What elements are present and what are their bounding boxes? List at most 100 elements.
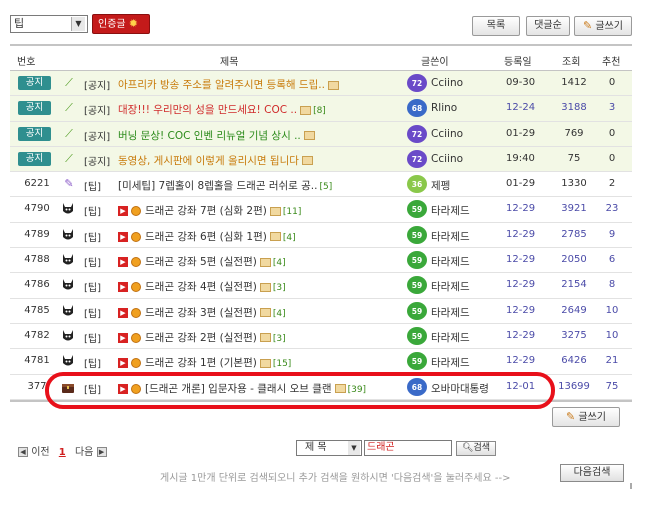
post-title[interactable]: ▶ 드래곤 강좌 6편 (심화 1편) [4] xyxy=(118,229,296,244)
level-badge: 59 xyxy=(407,276,427,295)
comment-sort-label: 댓글순 xyxy=(534,20,562,31)
image-icon xyxy=(259,257,271,267)
next-arrow-icon[interactable]: ▶ xyxy=(96,447,107,457)
post-views: 2154 xyxy=(561,279,587,291)
image-icon xyxy=(259,282,271,292)
table-row[interactable]: 4790 [팁] ▶ 드래곤 강좌 7편 (심화 2편) [11] 59 타라제드 … xyxy=(10,197,632,223)
post-recs: 21 xyxy=(605,355,619,367)
level-badge: 59 xyxy=(407,326,427,345)
post-title[interactable]: 버닝 문상! COC 인벤 리뉴얼 기념 상시 .. xyxy=(118,128,315,143)
post-recs: 10 xyxy=(605,329,619,341)
next-search-button[interactable]: 다음검색 xyxy=(560,464,624,482)
list-button[interactable]: 목록 xyxy=(472,16,520,36)
image-icon xyxy=(259,308,271,318)
post-recs: 9 xyxy=(608,228,616,240)
post-category: [팁] xyxy=(84,308,102,320)
post-date: 12-29 xyxy=(506,228,536,240)
award-icon xyxy=(131,206,141,217)
post-title[interactable]: ▶ 드래곤 강좌 4편 (실전편) [3] xyxy=(118,279,286,294)
table-row[interactable]: 4785 [팁] ▶ 드래곤 강좌 3편 (실전편) [4] 59 타라제드 12-… xyxy=(10,299,632,324)
board-table: 번호 제목 글쓴이 등록일 조회 추천 공지 ⟋ [공지] 아프리카 방송 주소… xyxy=(10,44,632,402)
search-button[interactable]: 🔍︎검색 xyxy=(456,441,496,456)
post-author[interactable]: 타라제드 xyxy=(431,229,470,244)
post-title[interactable]: ▶ 드래곤 강좌 1편 (기본편) [15] xyxy=(118,355,291,370)
post-title[interactable]: ▶ 드래곤 강좌 3편 (실전편) [4] xyxy=(118,305,286,320)
comment-sort-button[interactable]: 댓글순 xyxy=(526,16,570,36)
table-row[interactable]: 4788 [팁] ▶ 드래곤 강좌 5편 (실전편) [4] 59 타라제드 12-… xyxy=(10,248,632,274)
post-views: 1412 xyxy=(561,77,587,88)
table-row[interactable]: 4786 [팁] ▶ 드래곤 강좌 4편 (실전편) [3] 59 타라제드 12-… xyxy=(10,273,632,299)
image-icon xyxy=(269,232,281,242)
image-icon xyxy=(300,105,312,115)
video-icon: ▶ xyxy=(118,282,128,293)
post-views: 6426 xyxy=(561,355,587,367)
comment-count: [15] xyxy=(272,359,292,370)
post-author[interactable]: 타라제드 xyxy=(431,330,470,345)
syringe-icon: ✎ xyxy=(64,177,74,191)
notice-badge: 공지 xyxy=(18,151,51,166)
image-icon xyxy=(301,156,313,166)
image-icon xyxy=(259,358,271,368)
level-badge: 72 xyxy=(407,74,427,92)
table-row[interactable]: 4781 [팁] ▶ 드래곤 강좌 1편 (기본편) [15] 59 타라제드 12… xyxy=(10,349,632,375)
post-views: 3921 xyxy=(561,203,587,215)
level-badge: 59 xyxy=(407,251,427,270)
post-recs: 3 xyxy=(608,102,616,114)
post-title[interactable]: ▶ 드래곤 강좌 7편 (심화 2편) [11] xyxy=(118,203,301,218)
post-author[interactable]: 타라제드 xyxy=(431,254,470,269)
post-views: 2649 xyxy=(561,304,587,316)
search-input[interactable]: 드래곤 xyxy=(364,440,452,456)
level-badge: 59 xyxy=(407,352,427,371)
prev-arrow-icon[interactable]: ◀ xyxy=(18,447,28,457)
post-views: 2785 xyxy=(561,228,587,240)
table-row[interactable]: 4782 [팁] ▶ 드래곤 강좌 2편 (실전편) [3] 59 타라제드 12-… xyxy=(10,324,632,350)
search-field-select[interactable]: 제 목 ▼ xyxy=(296,440,362,456)
category-select[interactable]: 팁 ▼ xyxy=(10,15,88,33)
pencil-icon: ✎ xyxy=(565,410,576,423)
post-author[interactable]: 제펭 xyxy=(431,178,450,193)
current-page[interactable]: 1 xyxy=(59,447,66,458)
table-row[interactable]: 6221 ✎ [팁] [미세팁] 7렙홀이 8렙홀을 드래곤 러쉬로 공.. [5… xyxy=(10,172,632,198)
header-author: 글쓴이 xyxy=(421,57,449,68)
next-page-link[interactable]: 다음 xyxy=(75,447,93,458)
post-author[interactable]: Cciino xyxy=(431,128,463,140)
post-author[interactable]: 타라제드 xyxy=(431,305,470,320)
write-button-bottom[interactable]: ✎ 글쓰기 xyxy=(552,407,620,427)
post-number: 6221 xyxy=(24,178,50,190)
comment-count: [3] xyxy=(272,333,286,344)
prev-page-link[interactable]: 이전 xyxy=(31,447,49,458)
table-row[interactable]: 4789 [팁] ▶ 드래곤 강좌 6편 (심화 1편) [4] 59 타라제드 1… xyxy=(10,223,632,249)
post-recs: 0 xyxy=(608,127,616,139)
divider xyxy=(630,483,632,489)
header-title: 제목 xyxy=(220,57,239,68)
post-date: 12-29 xyxy=(506,203,536,215)
post-author[interactable]: Rlino xyxy=(431,102,457,114)
notice-row[interactable]: 공지 ⟋ [공지] 동영상, 게시판에 이렇게 올리시면 됩니다 72 Ccii… xyxy=(10,146,632,173)
level-badge: 68 xyxy=(407,99,427,118)
post-author[interactable]: 타라제드 xyxy=(431,355,470,370)
award-icon xyxy=(131,307,141,318)
post-title[interactable]: ▶ 드래곤 강좌 5편 (실전편) [4] xyxy=(118,254,286,269)
post-title[interactable]: 대장!!! 우리만의 성을 만드세요! COC .. [8] xyxy=(118,102,326,117)
post-title[interactable]: 아프리카 방송 주소를 알려주시면 등록해 드립.. xyxy=(118,77,339,92)
post-author[interactable]: Cciino xyxy=(431,77,463,89)
post-author[interactable]: Cciino xyxy=(431,153,463,165)
post-date: 19:40 xyxy=(506,152,535,164)
post-author[interactable]: 타라제드 xyxy=(431,279,470,294)
award-icon xyxy=(131,257,141,268)
post-title[interactable]: [미세팁] 7렙홀이 8렙홀을 드래곤 러쉬로 공.. [5] xyxy=(118,178,332,193)
post-title[interactable]: 동영상, 게시판에 이렇게 올리시면 됩니다 xyxy=(118,153,313,168)
comment-count: [4] xyxy=(282,232,296,243)
award-icon xyxy=(131,282,141,293)
notice-row[interactable]: 공지 ⟋ [공지] 대장!!! 우리만의 성을 만드세요! COC .. [8] … xyxy=(10,96,632,122)
video-icon: ▶ xyxy=(118,257,128,268)
notice-row[interactable]: 공지 ⟋ [공지] 아프리카 방송 주소를 알려주시면 등록해 드립.. 72 … xyxy=(10,71,632,97)
image-icon xyxy=(303,131,315,141)
next-search-label: 다음검색 xyxy=(573,467,611,478)
notice-row[interactable]: 공지 ⟋ [공지] 버닝 문상! COC 인벤 리뉴얼 기념 상시 .. 72 … xyxy=(10,121,632,147)
post-title[interactable]: ▶ 드래곤 강좌 2편 (실전편) [3] xyxy=(118,330,286,345)
write-button[interactable]: ✎ 글쓰기 xyxy=(574,16,632,36)
post-title-text: 드래곤 강좌 5편 (실전편) xyxy=(145,256,257,269)
post-author[interactable]: 타라제드 xyxy=(431,203,470,218)
cert-post-button[interactable]: 인증글 ✹ xyxy=(92,14,150,34)
